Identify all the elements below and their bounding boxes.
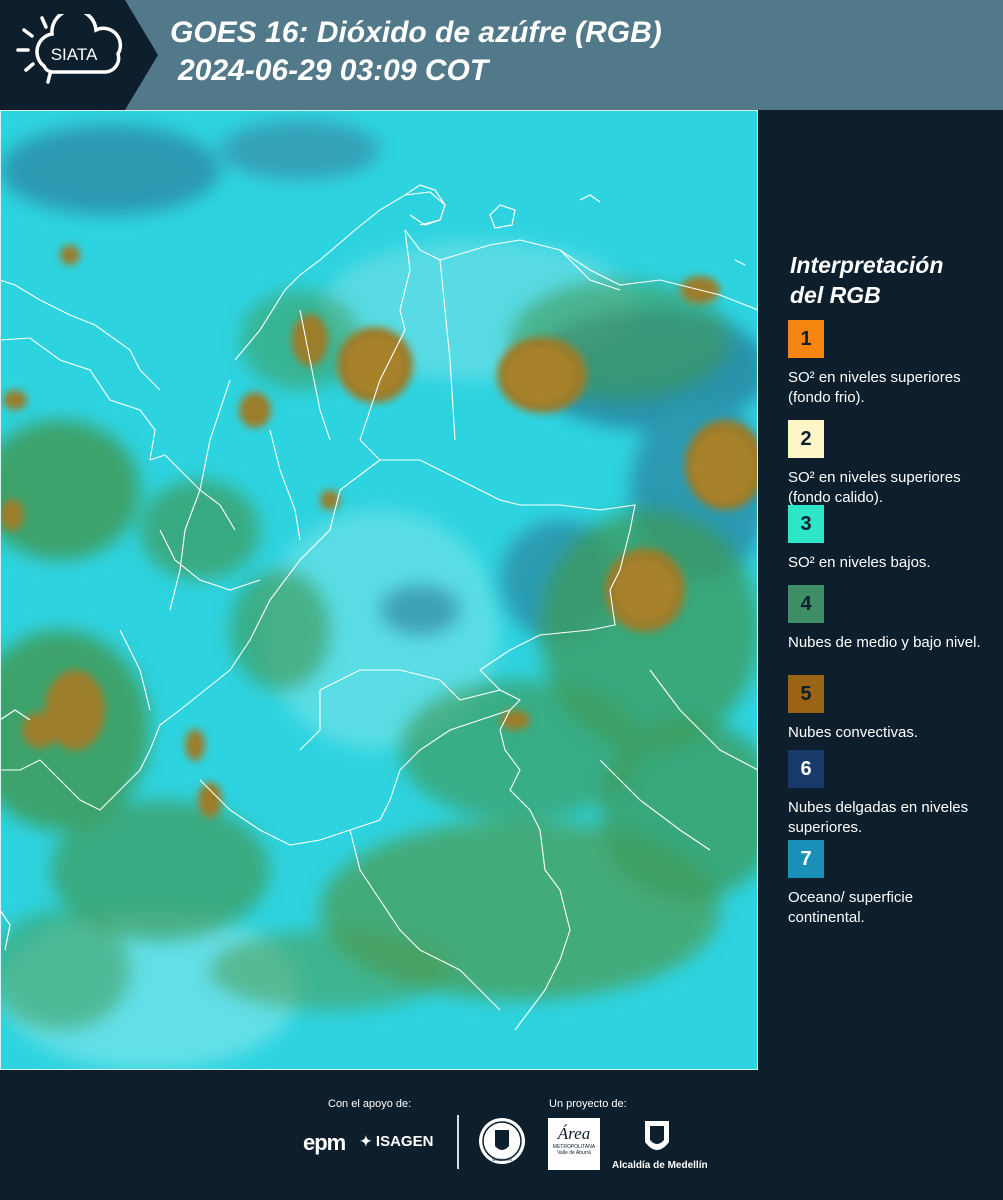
legend-swatch-3: 3 [788, 505, 824, 543]
legend-description-4: Nubes de medio y bajo nivel. [788, 634, 981, 651]
footer: Con el apoyo de: Un proyecto de: epm ✦ I… [0, 1070, 1003, 1200]
legend-description-5: Nubes convectivas. [788, 724, 919, 741]
legend-description-7: Oceano/ superficie continental. [788, 889, 914, 926]
legend-swatch-7: 7 [788, 840, 824, 878]
seal-text: MEDELLÍN [492, 1157, 512, 1162]
epm-logo-text: epm [303, 1130, 346, 1155]
isagen-logo-text: ISAGEN [375, 1133, 434, 1150]
legend-item-7: 7 Oceano/ superficie continental. [788, 840, 993, 928]
legend-swatch-6: 6 [788, 750, 824, 788]
legend-description-1: SO² en niveles superiores (fondo frio). [788, 369, 961, 406]
legend-item-6: 6 Nubes delgadas en niveles superiores. [788, 750, 993, 838]
project-label: Un proyecto de: [549, 1098, 627, 1110]
area-metropolitana-logo: Área METROPOLITANA Valle de Aburrá [548, 1118, 600, 1170]
legend-title-line-1: Interpretación [790, 252, 944, 278]
legend-swatch-5: 5 [788, 675, 824, 713]
header-bar: SIATA GOES 16: Dióxido de azúfre (RGB) 2… [0, 0, 1003, 110]
title-line-1: GOES 16: Dióxido de azúfre (RGB) [170, 16, 662, 49]
siata-logo-text: SIATA [51, 45, 98, 64]
legend-item-4: 4 Nubes de medio y bajo nivel. [788, 585, 993, 653]
legend-swatch-4: 4 [788, 585, 824, 623]
legend-panel: Interpretación del RGB 1 SO² en niveles s… [758, 110, 1003, 1070]
support-label: Con el apoyo de: [328, 1098, 412, 1110]
epm-logo: epm [303, 1130, 346, 1156]
satellite-map [0, 110, 758, 1070]
legend-item-1: 1 SO² en niveles superiores (fondo frio). [788, 320, 993, 408]
legend-title-line-2: del RGB [790, 282, 881, 308]
isagen-logo: ✦ ISAGEN [360, 1133, 433, 1150]
siata-logo-icon: SIATA [16, 14, 123, 84]
legend-swatch-1: 1 [788, 320, 824, 358]
legend-description-2: SO² en niveles superiores (fondo calido)… [788, 469, 961, 506]
legend-description-3: SO² en niveles bajos. [788, 554, 931, 571]
footer-divider [457, 1115, 459, 1169]
alcaldia-label: Alcaldía de Medellín [612, 1160, 708, 1171]
legend-swatch-2: 2 [788, 420, 824, 458]
legend-item-2: 2 SO² en niveles superiores (fondo calido… [788, 420, 993, 508]
medellin-coat-of-arms-icon [645, 1121, 669, 1150]
legend-description-6: Nubes delgadas en niveles superiores. [788, 799, 969, 836]
legend-item-5: 5 Nubes convectivas. [788, 675, 993, 743]
legend-title: Interpretación del RGB [790, 250, 990, 310]
page-title: GOES 16: Dióxido de azúfre (RGB) 2024-06… [170, 14, 662, 90]
isagen-arrow-icon: ✦ [360, 1133, 372, 1149]
area-logo-caption: METROPOLITANA Valle de Aburrá [552, 1144, 596, 1156]
title-line-2: 2024-06-29 03:09 COT [178, 54, 489, 87]
legend-item-3: 3 SO² en niveles bajos. [788, 505, 993, 573]
medellin-seal-icon: MEDELLÍN [479, 1118, 525, 1164]
area-logo-mark: Área [557, 1124, 591, 1143]
